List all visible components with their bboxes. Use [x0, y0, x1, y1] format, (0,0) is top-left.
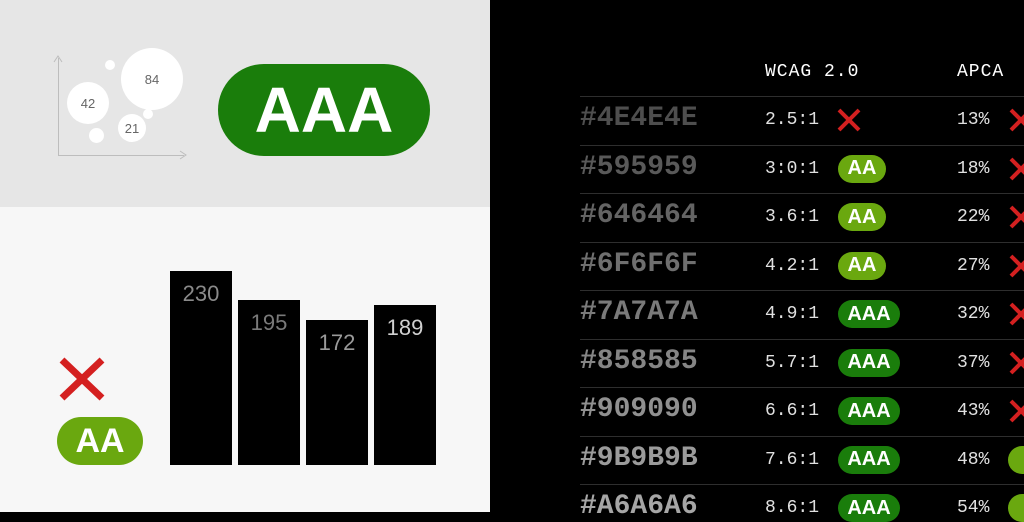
hex-value: #6F6F6F	[580, 248, 698, 280]
contrast-ratio: 4.9:1	[765, 304, 820, 324]
apca-value: 48%	[957, 449, 990, 470]
contrast-ratio: 7.6:1	[765, 449, 820, 470]
apca-value: 32%	[957, 304, 990, 324]
hex-value: #A6A6A6	[580, 491, 698, 522]
apca-fail-x-icon	[1009, 399, 1024, 423]
contrast-ratio: 4.2:1	[765, 255, 820, 276]
fail-x-icon	[59, 357, 105, 401]
row-divider	[580, 241, 1024, 243]
aaa-badge-large: AAA	[218, 64, 430, 156]
hex-value: #909090	[580, 394, 698, 425]
contrast-ratio: 3:0:1	[765, 158, 820, 179]
hex-value: #646464	[580, 200, 698, 231]
apca-value: 13%	[957, 110, 990, 130]
bubble	[143, 109, 153, 119]
apca-fail-x-icon	[1009, 157, 1024, 180]
bubble	[89, 128, 104, 143]
contrast-ratio: 3.6:1	[765, 207, 820, 227]
bar-label: 195	[250, 310, 288, 335]
contrast-ratio: 2.5:1	[765, 110, 820, 130]
apca-value: 54%	[957, 498, 990, 518]
bubble-42: 42	[67, 82, 109, 124]
apca-value: 43%	[957, 401, 990, 421]
header-apca: APCA	[957, 62, 1005, 82]
bar-label: 189	[386, 315, 424, 340]
apca-value: 27%	[957, 255, 990, 276]
bar-label: 230	[182, 281, 220, 306]
contrast-ratio: 8.6:1	[765, 498, 820, 518]
row-divider	[580, 338, 1024, 340]
hex-value: #4E4E4E	[580, 103, 698, 134]
apca-value: 37%	[957, 352, 990, 373]
bubble-84: 84	[121, 48, 183, 110]
apca-fail-x-icon	[1009, 302, 1024, 326]
apca-pass-badge	[1008, 494, 1024, 522]
row-divider	[580, 290, 1024, 291]
apca-fail-x-icon	[1009, 205, 1024, 229]
contrast-ratio: 6.6:1	[765, 401, 820, 421]
row-divider	[580, 144, 1024, 146]
contrast-ratio: 5.7:1	[765, 352, 820, 373]
row-divider	[580, 387, 1024, 388]
row-divider	[580, 96, 1024, 97]
hex-value: #9B9B9B	[580, 442, 698, 474]
bubble	[105, 60, 115, 70]
wcag-badge: AA	[838, 154, 886, 183]
wcag-badge: AAA	[838, 397, 900, 425]
hex-value: #858585	[580, 345, 698, 377]
wcag-badge: AAA	[838, 348, 900, 377]
apca-value: 22%	[957, 207, 990, 227]
row-divider	[580, 435, 1024, 437]
wcag-fail-x-icon	[837, 108, 861, 132]
wcag-badge: AAA	[838, 445, 900, 474]
bubble-21: 21	[118, 114, 146, 142]
wcag-badge: AAA	[838, 494, 900, 522]
bar-label: 172	[318, 330, 356, 355]
header-wcag: WCAG 2.0	[765, 62, 860, 82]
hex-value: #7A7A7A	[580, 297, 698, 328]
hex-value: #595959	[580, 151, 698, 183]
row-divider	[580, 193, 1024, 194]
aa-badge-small: AA	[57, 417, 143, 465]
apca-fail-x-icon	[1009, 351, 1024, 374]
apca-value: 18%	[957, 158, 990, 179]
wcag-badge: AA	[838, 203, 886, 231]
wcag-badge: AA	[838, 251, 886, 280]
apca-fail-x-icon	[1009, 108, 1024, 132]
apca-fail-x-icon	[1009, 254, 1024, 277]
wcag-badge: AAA	[838, 300, 900, 328]
row-divider	[580, 484, 1024, 485]
